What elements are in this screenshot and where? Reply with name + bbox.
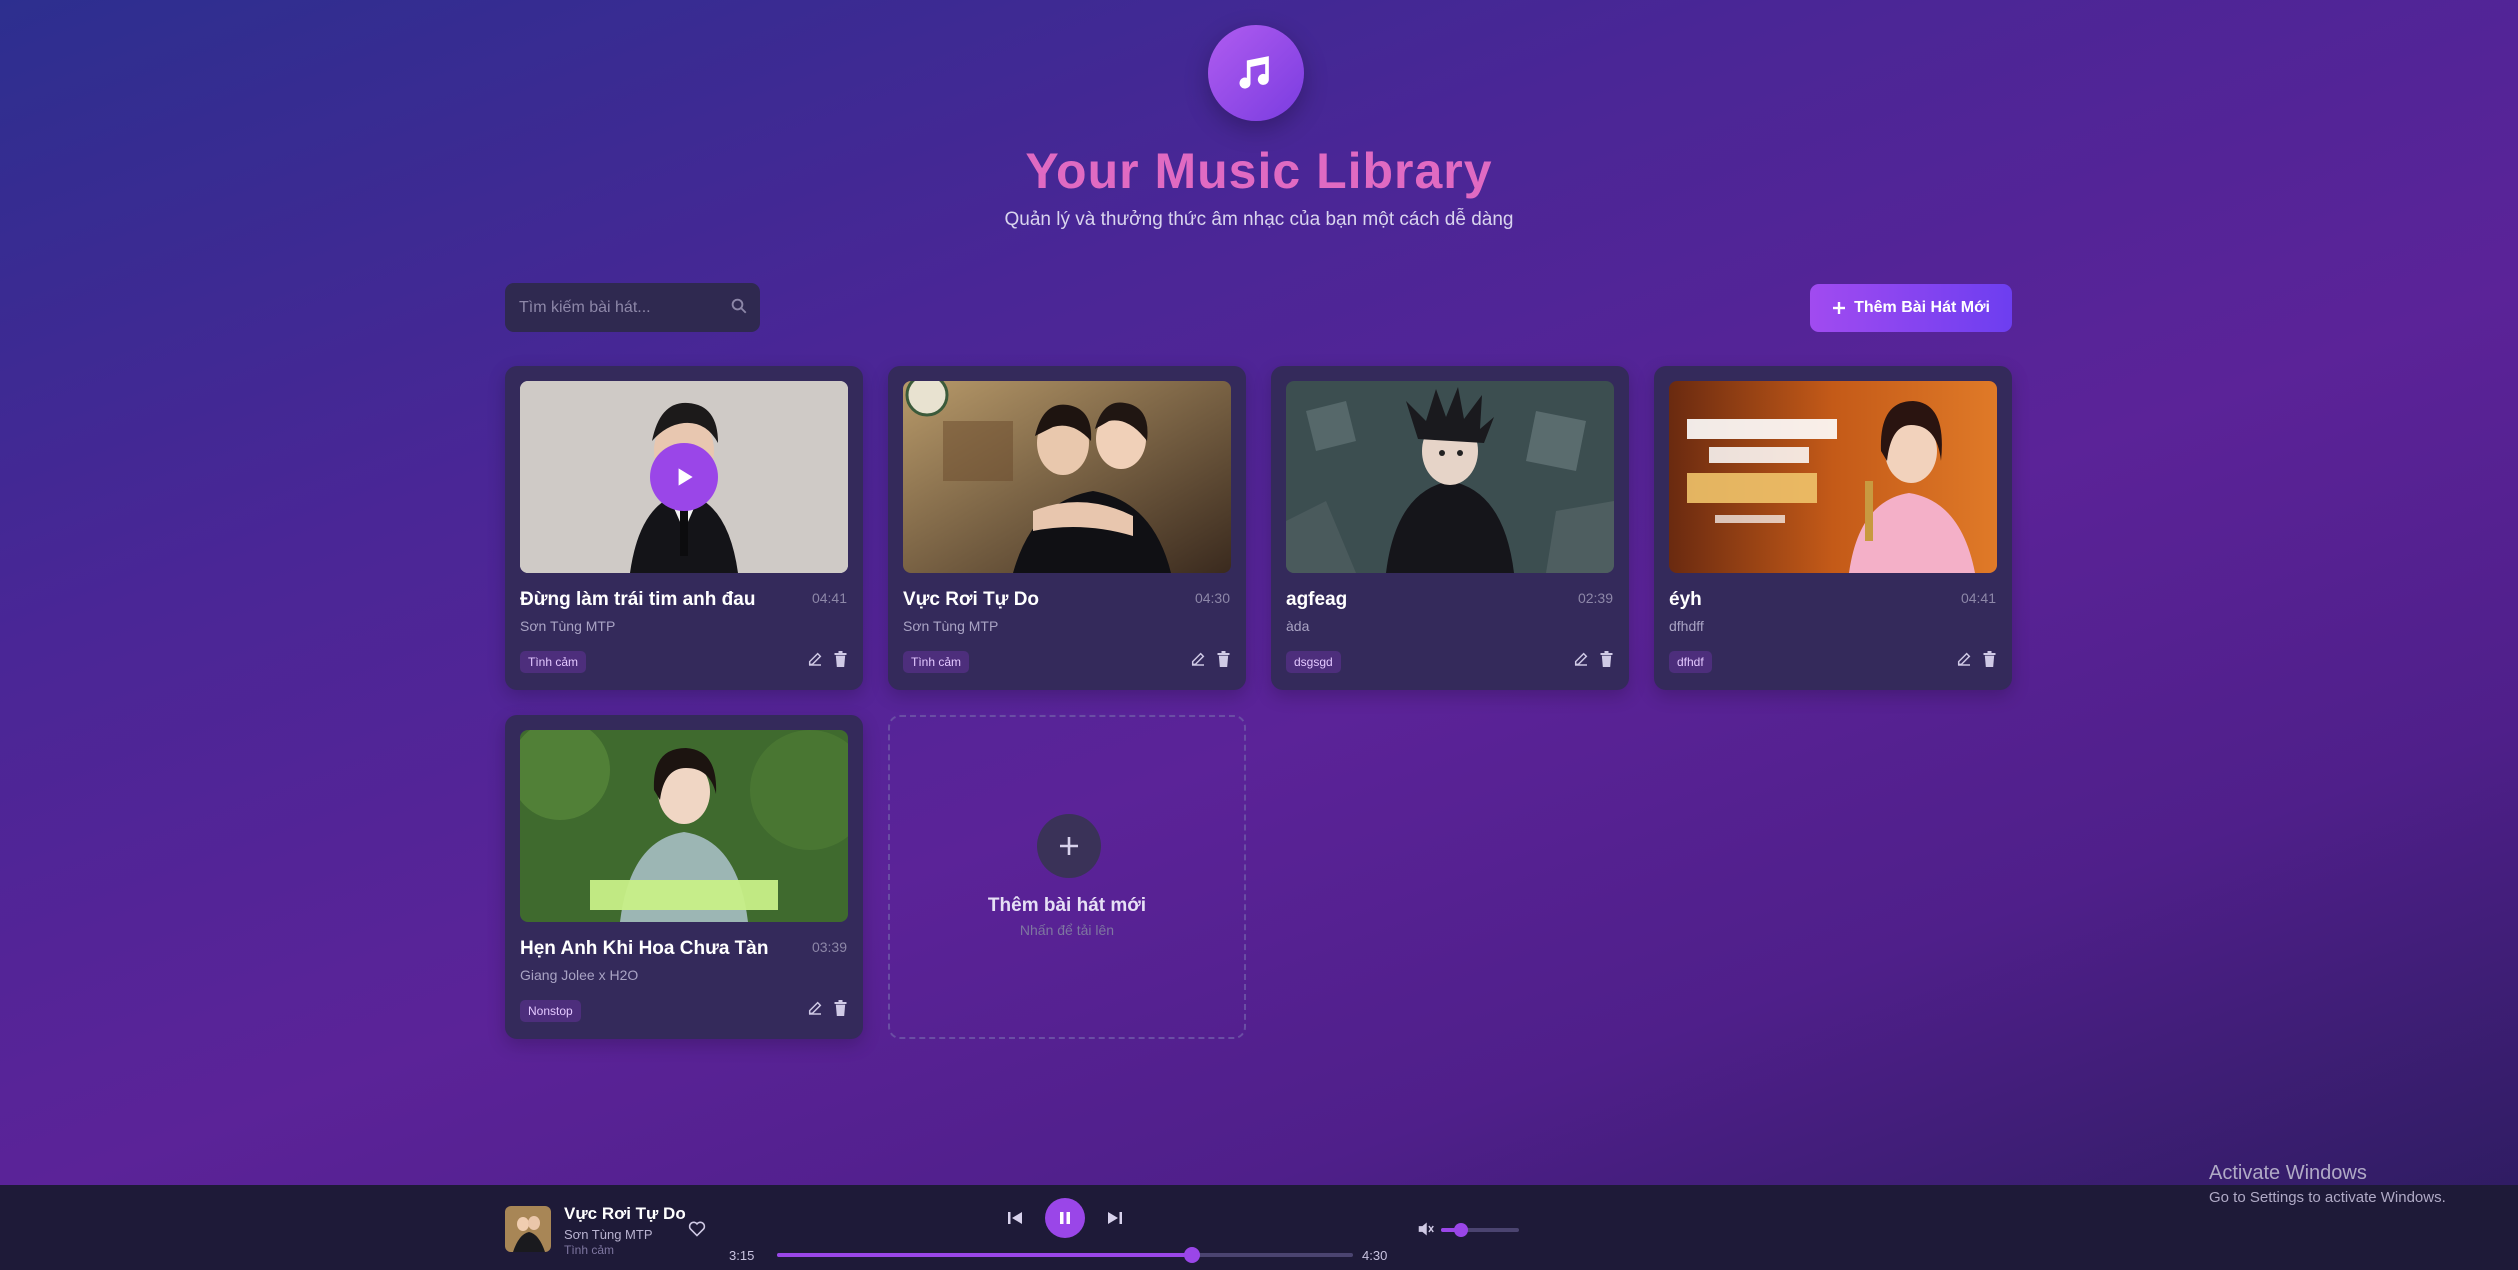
song-artist: Sơn Tùng MTP (903, 618, 999, 634)
song-cover[interactable] (1669, 381, 1997, 573)
card-actions (1190, 651, 1231, 667)
now-playing-cover (505, 1206, 551, 1252)
song-artist: Sơn Tùng MTP (520, 618, 616, 634)
song-title: agfeag (1286, 589, 1348, 610)
card-actions (807, 1000, 848, 1016)
previous-icon[interactable] (1007, 1210, 1023, 1226)
windows-watermark: Activate Windows Go to Settings to activ… (2209, 1162, 2446, 1206)
add-card-subtitle: Nhấn để tải lên (1019, 922, 1115, 938)
genre-badge: Tình cảm (520, 651, 587, 673)
song-card[interactable]: Vực Rơi Tự Do Sơn Tùng MTP 04:30 Tình cả… (888, 366, 1246, 690)
song-title: Hẹn Anh Khi Hoa Chưa Tàn (520, 938, 769, 959)
progress-knob[interactable] (1183, 1247, 1200, 1263)
song-cover[interactable] (1286, 381, 1614, 573)
current-time: 3:15 (729, 1248, 755, 1263)
genre-badge: dfhdf (1669, 651, 1712, 673)
genre-badge: Nonstop (520, 1000, 581, 1022)
song-artist: àda (1286, 618, 1310, 634)
add-circle[interactable] (1037, 814, 1101, 878)
trash-icon[interactable] (833, 651, 848, 667)
song-duration: 03:39 (811, 939, 847, 955)
edit-icon[interactable] (1573, 651, 1589, 667)
song-title: Vực Rơi Tự Do (903, 589, 1040, 610)
song-duration: 02:39 (1577, 590, 1613, 606)
volume-knob[interactable] (1453, 1223, 1468, 1237)
heart-icon[interactable] (688, 1221, 706, 1237)
song-cover[interactable] (520, 730, 848, 922)
song-title: Đừng làm trái tim anh đau (520, 589, 756, 610)
trash-icon[interactable] (1216, 651, 1231, 667)
app-logo (1208, 25, 1304, 121)
progress-fill (777, 1253, 1192, 1257)
song-title: éyh (1669, 589, 1702, 610)
card-actions (1573, 651, 1614, 667)
plus-icon (1833, 302, 1846, 314)
now-playing-title: Vực Rơi Tự Do (564, 1204, 686, 1223)
play-button[interactable] (650, 443, 718, 511)
song-cover[interactable] (903, 381, 1231, 573)
watermark-line1: Activate Windows (2209, 1162, 2367, 1184)
play-pause-button[interactable] (1045, 1198, 1085, 1238)
song-duration: 04:30 (1194, 590, 1230, 606)
plus-icon (1060, 837, 1078, 855)
page-subtitle: Quản lý và thưởng thức âm nhạc của bạn m… (1004, 209, 1514, 230)
trash-icon[interactable] (833, 1000, 848, 1016)
add-song-button-label: Thêm Bài Hát Mới (1854, 299, 1990, 316)
volume-slider[interactable] (1441, 1223, 1519, 1237)
song-card[interactable]: éyh dfhdff 04:41 dfhdf (1654, 366, 2012, 690)
trash-icon[interactable] (1599, 651, 1614, 667)
song-artist: dfhdff (1669, 618, 1704, 634)
now-playing-artist: Sơn Tùng MTP (564, 1227, 653, 1242)
search-box[interactable] (505, 283, 760, 332)
add-song-button[interactable]: Thêm Bài Hát Mới (1810, 284, 2012, 332)
card-actions (1956, 651, 1997, 667)
player-bar: Vực Rơi Tự Do Sơn Tùng MTP Tình cảm 3:15… (0, 1185, 2518, 1270)
edit-icon[interactable] (807, 651, 823, 667)
edit-icon[interactable] (807, 1000, 823, 1016)
volume-icon[interactable] (1417, 1221, 1435, 1237)
song-card[interactable]: agfeag àda 02:39 dsgsgd (1271, 366, 1629, 690)
now-playing-genre: Tình cảm (564, 1243, 615, 1257)
play-icon (678, 468, 693, 486)
progress-bar[interactable] (777, 1247, 1353, 1263)
edit-icon[interactable] (1956, 651, 1972, 667)
music-note-icon (1239, 56, 1269, 89)
add-song-card[interactable]: Thêm bài hát mới Nhấn để tải lên (888, 715, 1246, 1039)
song-duration: 04:41 (1960, 590, 1996, 606)
search-icon[interactable] (730, 297, 748, 315)
card-actions (807, 651, 848, 667)
song-card[interactable]: Hẹn Anh Khi Hoa Chưa Tàn Giang Jolee x H… (505, 715, 863, 1039)
trash-icon[interactable] (1982, 651, 1997, 667)
song-cover[interactable] (520, 381, 848, 573)
edit-icon[interactable] (1190, 651, 1206, 667)
page-title: Your Music Library (1025, 143, 1493, 199)
watermark-line2: Go to Settings to activate Windows. (2209, 1189, 2446, 1206)
genre-badge: dsgsgd (1286, 651, 1341, 673)
song-card[interactable]: Đừng làm trái tim anh đau Sơn Tùng MTP 0… (505, 366, 863, 690)
genre-badge: Tình cảm (903, 651, 970, 673)
song-duration: 04:41 (811, 590, 847, 606)
add-card-title: Thêm bài hát mới (987, 895, 1147, 916)
pause-icon (1060, 1212, 1070, 1224)
total-time: 4:30 (1362, 1248, 1388, 1263)
next-icon[interactable] (1107, 1210, 1123, 1226)
song-artist: Giang Jolee x H2O (520, 967, 639, 983)
search-input[interactable] (519, 298, 719, 317)
